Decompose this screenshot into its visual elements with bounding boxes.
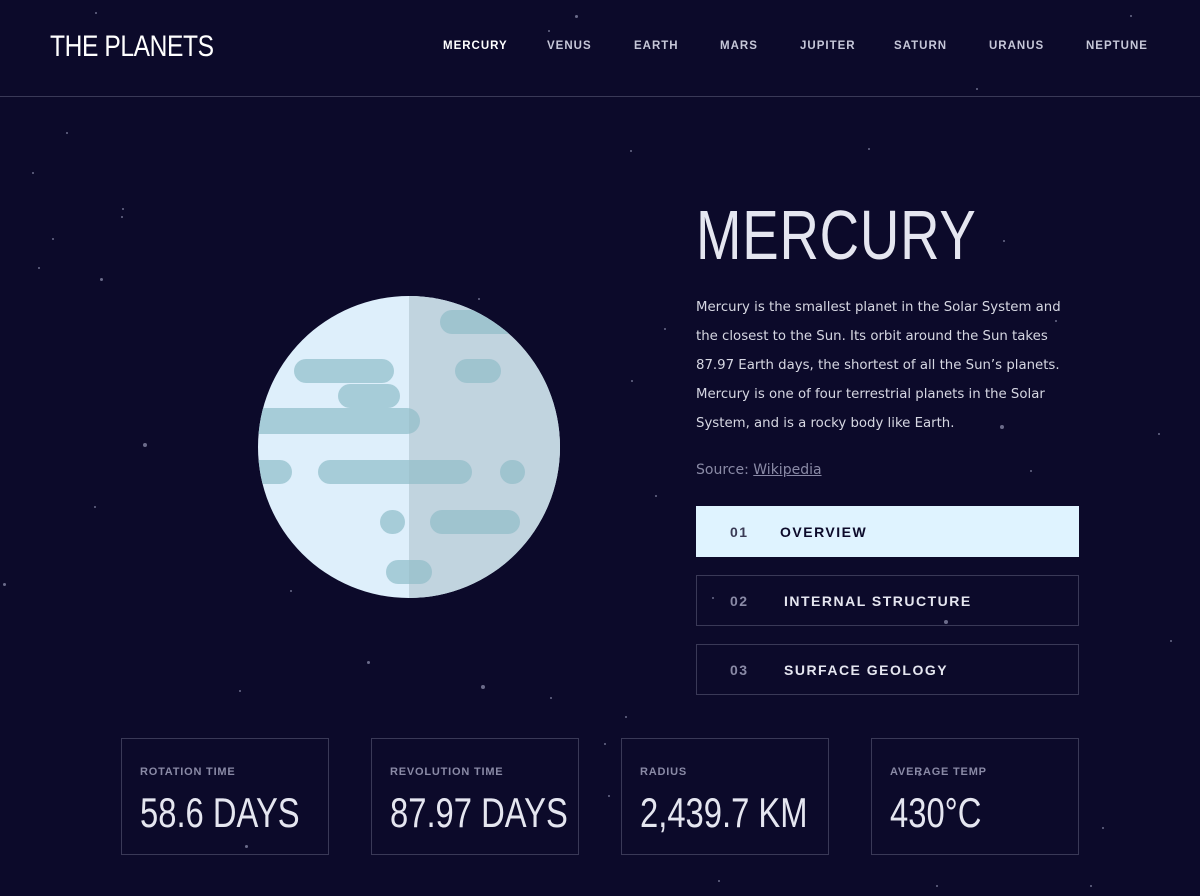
mercury-planet-illustration xyxy=(258,296,560,598)
tab-label: SURFACE GEOLOGY xyxy=(784,662,949,678)
star xyxy=(604,743,606,745)
source-line: Source: Wikipedia xyxy=(696,462,822,478)
star xyxy=(550,697,552,699)
star xyxy=(1030,470,1032,472)
star xyxy=(3,583,6,586)
stat-label: ROTATION TIME xyxy=(140,766,236,778)
stat-value: 430°C xyxy=(890,789,982,836)
nav-item-earth[interactable]: EARTH xyxy=(634,40,679,52)
nav-item-neptune[interactable]: NEPTUNE xyxy=(1086,40,1148,52)
star xyxy=(1170,640,1172,642)
star xyxy=(121,216,123,218)
nav-item-mercury[interactable]: MERCURY xyxy=(443,40,508,52)
nav-item-saturn[interactable]: SATURN xyxy=(894,40,947,52)
star xyxy=(239,690,241,692)
stat-value: 58.6 DAYS xyxy=(140,789,300,836)
stat-radius: RADIUS 2,439.7 KM xyxy=(621,738,829,855)
stat-value: 87.97 DAYS xyxy=(390,789,568,836)
star xyxy=(1158,433,1160,435)
stat-rotation-time: ROTATION TIME 58.6 DAYS xyxy=(121,738,329,855)
star xyxy=(630,150,632,152)
star xyxy=(718,880,720,882)
tab-label: OVERVIEW xyxy=(780,524,868,540)
star xyxy=(1102,827,1104,829)
tab-label: INTERNAL STRUCTURE xyxy=(784,593,972,609)
site-header: THE PLANETS MERCURY VENUS EARTH MARS JUP… xyxy=(0,0,1200,97)
wikipedia-link[interactable]: Wikipedia xyxy=(753,462,821,478)
planet-description: Mercury is the smallest planet in the So… xyxy=(696,300,1061,431)
planet-title: MERCURY xyxy=(696,196,977,274)
star xyxy=(655,495,657,497)
star xyxy=(94,506,96,508)
star xyxy=(143,443,147,447)
tab-surface-geology[interactable]: 03 SURFACE GEOLOGY xyxy=(696,644,1079,695)
star xyxy=(1003,240,1005,242)
star xyxy=(481,685,485,689)
star xyxy=(122,208,124,210)
stat-revolution-time: REVOLUTION TIME 87.97 DAYS xyxy=(371,738,579,855)
star xyxy=(936,885,938,887)
star xyxy=(32,172,34,174)
planet-nav: MERCURY VENUS EARTH MARS JUPITER SATURN … xyxy=(0,40,1200,60)
star xyxy=(625,716,627,718)
star xyxy=(1090,885,1092,887)
stat-label: AVERAGE TEMP xyxy=(890,766,987,778)
nav-item-uranus[interactable]: URANUS xyxy=(989,40,1044,52)
star xyxy=(100,278,103,281)
tab-internal-structure[interactable]: 02 INTERNAL STRUCTURE xyxy=(696,575,1079,626)
nav-item-mars[interactable]: MARS xyxy=(720,40,758,52)
stat-label: RADIUS xyxy=(640,766,687,778)
tab-number: 01 xyxy=(730,524,749,540)
tab-number: 02 xyxy=(730,593,749,609)
star xyxy=(66,132,68,134)
star xyxy=(367,661,370,664)
tab-number: 03 xyxy=(730,662,749,678)
stat-average-temp: AVERAGE TEMP 430°C xyxy=(871,738,1079,855)
star xyxy=(38,267,40,269)
star xyxy=(868,148,870,150)
star xyxy=(52,238,54,240)
star xyxy=(631,380,633,382)
nav-item-jupiter[interactable]: JUPITER xyxy=(800,40,856,52)
tab-overview[interactable]: 01 OVERVIEW xyxy=(696,506,1079,557)
nav-item-venus[interactable]: VENUS xyxy=(547,40,592,52)
stat-label: REVOLUTION TIME xyxy=(390,766,504,778)
stat-value: 2,439.7 KM xyxy=(640,789,808,836)
star xyxy=(608,795,610,797)
star xyxy=(664,328,666,330)
source-label: Source: xyxy=(696,462,749,478)
